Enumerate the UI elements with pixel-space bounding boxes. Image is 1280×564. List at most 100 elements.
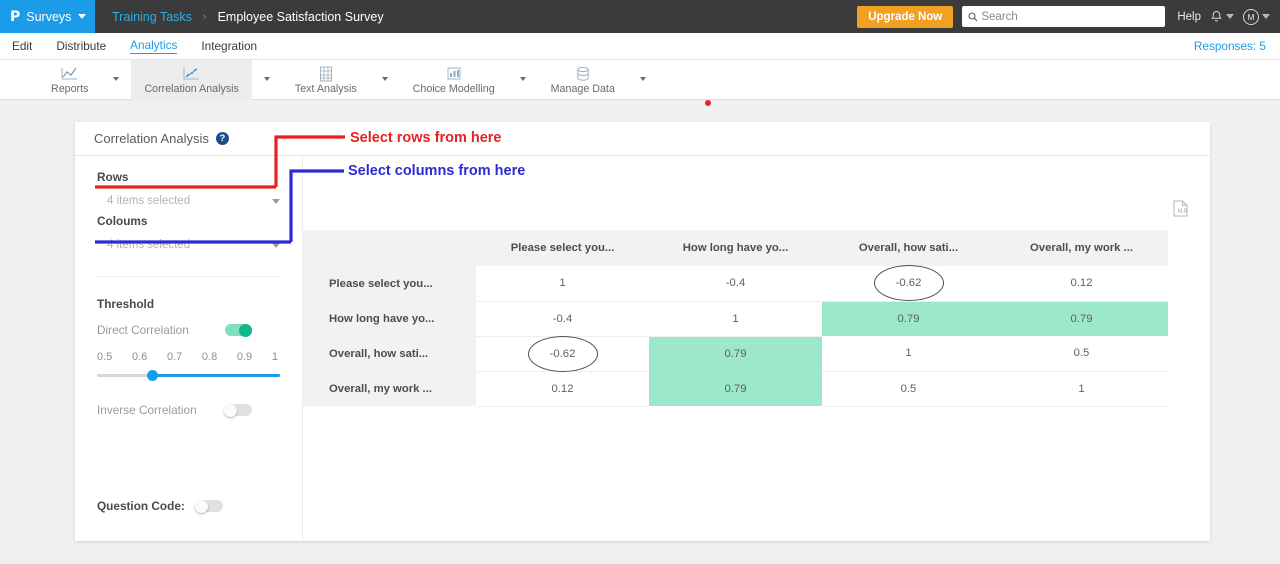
analytics-ribbon: Reports Correlation Analysis Text Analys… <box>0 60 1280 100</box>
columns-label: Coloums <box>97 214 148 228</box>
matrix-row-header: Please select you... <box>303 266 476 301</box>
matrix-cell[interactable]: -0.4 <box>649 266 822 302</box>
ribbon-item-manage-data: Manage Data <box>538 60 658 100</box>
help-link[interactable]: Help <box>1177 11 1201 23</box>
breadcrumb-separator-icon: › <box>202 10 207 23</box>
matrix-corner-cell <box>303 230 476 266</box>
line-chart-icon <box>60 65 79 82</box>
inverse-correlation-toggle[interactable] <box>224 403 252 417</box>
reports-button[interactable]: Reports <box>38 60 101 100</box>
threshold-label: Threshold <box>97 297 155 311</box>
matrix-panel: XLS Please select you... How long have y… <box>303 156 1210 541</box>
columns-select[interactable]: 4 items selected <box>97 232 280 258</box>
search-icon <box>968 11 978 21</box>
table-row: Overall, how sati... -0.62 0.79 1 0.5 <box>303 335 1168 372</box>
matrix-cell[interactable]: 0.5 <box>995 336 1168 372</box>
top-header-bar: P Surveys Training Tasks › Employee Sati… <box>0 0 1280 33</box>
tab-analytics[interactable]: Analytics <box>130 38 178 54</box>
matrix-cell[interactable]: -0.62 <box>476 335 649 372</box>
matrix-cell[interactable]: 0.79 <box>822 301 995 336</box>
threshold-ticks: 0.5 0.6 0.7 0.8 0.9 1 <box>97 351 280 363</box>
table-row: How long have yo... -0.4 1 0.79 0.79 <box>303 301 1168 337</box>
choice-modelling-label: Choice Modelling <box>412 83 495 95</box>
matrix-column-header: Please select you... <box>476 230 649 266</box>
ribbon-item-text-analysis: Text Analysis <box>282 60 400 100</box>
ribbon-item-choice-modelling: Choice Modelling <box>400 60 538 100</box>
upgrade-now-button[interactable]: Upgrade Now <box>857 5 954 28</box>
matrix-cell[interactable]: -0.62 <box>822 265 995 302</box>
direct-correlation-toggle[interactable] <box>225 323 252 337</box>
matrix-header-row: Please select you... How long have yo...… <box>303 230 1168 266</box>
avatar[interactable]: M <box>1243 8 1259 25</box>
text-analysis-chevron-down-icon[interactable] <box>381 77 388 81</box>
correlation-matrix: Please select you... How long have yo...… <box>303 230 1168 407</box>
matrix-cell[interactable]: 1 <box>995 371 1168 407</box>
help-circle-icon[interactable]: ? <box>215 132 229 145</box>
inverse-correlation-row: Inverse Correlation <box>97 403 280 417</box>
tick-label: 0.9 <box>236 351 253 363</box>
search-input[interactable]: Search <box>962 6 1166 27</box>
table-row: Overall, my work ... 0.12 0.79 0.5 1 <box>303 371 1168 407</box>
chevron-down-icon <box>78 14 87 19</box>
correlation-analysis-button[interactable]: Correlation Analysis <box>131 60 252 100</box>
rows-select[interactable]: 4 items selected <box>97 188 280 214</box>
question-code-toggle[interactable] <box>194 499 223 513</box>
panel-divider <box>97 276 280 277</box>
surveys-menu[interactable]: P Surveys <box>0 0 95 33</box>
matrix-cell[interactable]: 1 <box>476 266 649 302</box>
correlation-analysis-chevron-down-icon[interactable] <box>263 77 270 81</box>
columns-select-value: 4 items selected <box>107 239 191 251</box>
search-placeholder: Search <box>981 10 1018 23</box>
reports-chevron-down-icon[interactable] <box>113 77 120 81</box>
slider-fill <box>151 374 280 377</box>
manage-data-button[interactable]: Manage Data <box>538 60 628 100</box>
tab-edit[interactable]: Edit <box>12 39 32 54</box>
card-header: Correlation Analysis ? <box>75 122 1210 156</box>
question-code-label: Question Code: <box>97 499 185 513</box>
svg-text:XLS: XLS <box>1177 208 1187 214</box>
notifications-chevron-down-icon[interactable] <box>1226 14 1234 19</box>
card-body: Rows 4 items selected Coloums 4 items se… <box>75 156 1210 541</box>
matrix-cell[interactable]: -0.4 <box>476 301 649 337</box>
database-icon <box>575 65 591 82</box>
matrix-cell[interactable]: 0.79 <box>649 371 822 406</box>
ribbon-item-correlation-analysis: Correlation Analysis <box>131 60 281 100</box>
matrix-cell[interactable]: 1 <box>649 301 822 337</box>
matrix-cell[interactable]: 0.5 <box>822 371 995 407</box>
text-analysis-button[interactable]: Text Analysis <box>282 60 370 100</box>
matrix-cell[interactable]: 0.12 <box>476 371 649 407</box>
tick-label: 0.5 <box>97 351 113 363</box>
choice-modelling-button[interactable]: Choice Modelling <box>400 60 508 100</box>
text-analysis-label: Text Analysis <box>294 83 357 95</box>
highlight-ellipse-annotation <box>527 335 598 372</box>
matrix-row-header: Overall, my work ... <box>303 371 476 406</box>
tick-label: 1 <box>271 351 278 363</box>
xls-export-icon[interactable]: XLS <box>1173 200 1188 222</box>
correlation-analysis-label: Correlation Analysis <box>144 83 239 95</box>
manage-data-chevron-down-icon[interactable] <box>639 77 646 81</box>
highlight-ellipse-annotation <box>873 265 944 302</box>
toggle-knob <box>224 403 237 417</box>
controls-panel: Rows 4 items selected Coloums 4 items se… <box>75 156 303 541</box>
toggle-knob <box>194 499 208 513</box>
tab-distribute[interactable]: Distribute <box>56 39 106 54</box>
rows-chevron-down-icon <box>272 198 280 204</box>
direct-correlation-label: Direct Correlation <box>97 323 189 337</box>
breadcrumb-parent-link[interactable]: Training Tasks <box>112 10 192 24</box>
matrix-cell[interactable]: 0.79 <box>649 336 822 371</box>
matrix-cell[interactable]: 0.79 <box>995 301 1168 336</box>
notification-bell-icon[interactable] <box>1210 10 1223 24</box>
matrix-row-header: Overall, how sati... <box>303 336 476 371</box>
matrix-row-header: How long have yo... <box>303 301 476 336</box>
matrix-cell[interactable]: 1 <box>822 336 995 372</box>
responses-count[interactable]: Responses: 5 <box>1194 39 1280 53</box>
account-chevron-down-icon[interactable] <box>1262 14 1270 19</box>
tab-integration[interactable]: Integration <box>201 39 257 54</box>
tick-label: 0.6 <box>131 351 148 363</box>
table-row: Please select you... 1 -0.4 -0.62 0.12 <box>303 265 1168 302</box>
matrix-cell[interactable]: 0.12 <box>995 266 1168 302</box>
choice-modelling-chevron-down-icon[interactable] <box>519 77 526 81</box>
threshold-slider[interactable] <box>97 370 280 381</box>
slider-handle[interactable] <box>146 370 158 381</box>
header-actions: Upgrade Now Search Help M <box>857 5 1280 28</box>
